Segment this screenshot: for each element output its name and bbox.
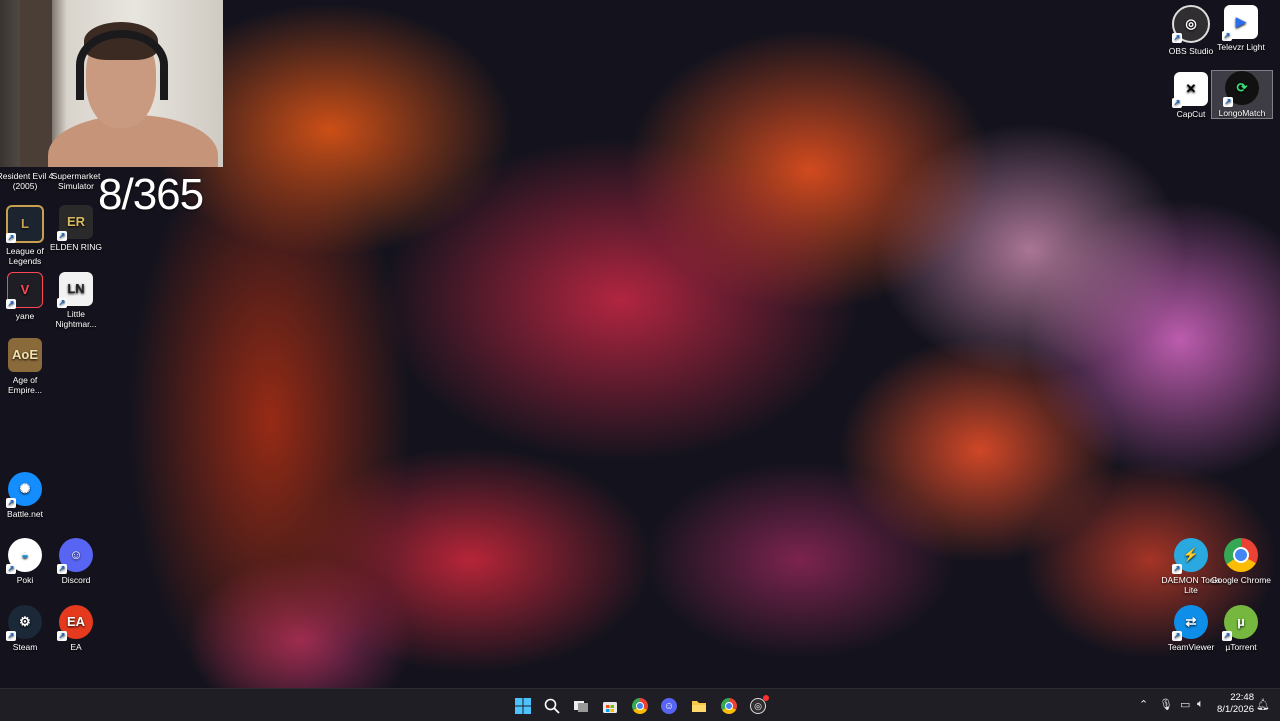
- icon-label: League of Legends: [6, 246, 44, 266]
- elden-ring-icon: ER ↗: [57, 205, 93, 241]
- network-button[interactable]: ▭: [1180, 698, 1190, 711]
- discord-icon: ☺ ↗: [57, 538, 93, 574]
- steam-icon: ⚙ ↗: [6, 605, 42, 641]
- task-view-button[interactable]: [570, 695, 592, 717]
- capcut-icon: ✕ ↗: [1172, 72, 1208, 108]
- icon-label: µTorrent: [1225, 642, 1257, 652]
- icon-label: Steam: [12, 642, 38, 652]
- webcam-background: [20, 0, 52, 167]
- battlenet-icon: ✺ ↗: [6, 472, 42, 508]
- desktop-icon-google-chrome[interactable]: Google Chrome: [1211, 538, 1271, 585]
- icon-label: Discord: [61, 575, 91, 585]
- little-nightmares-icon: LN ↗: [57, 272, 93, 308]
- icon-label: Little Nightmar...: [55, 309, 97, 329]
- network-icon: ▭: [1180, 699, 1191, 711]
- ea-icon: EA ↗: [57, 605, 93, 641]
- icon-label: Battle.net: [7, 509, 43, 519]
- volume-button[interactable]: 🔈︎: [1197, 698, 1204, 711]
- icon-label: Televzr Light: [1217, 42, 1265, 52]
- taskbar-chrome-profile-button[interactable]: [718, 695, 740, 717]
- teamviewer-icon: ⇄ ↗: [1172, 605, 1208, 641]
- microphone-icon: 🎙︎: [1159, 699, 1173, 711]
- day-counter-overlay: 8/365: [98, 170, 204, 219]
- microsoft-store-icon: [603, 702, 617, 713]
- chrome-icon: [1224, 538, 1258, 572]
- desktop-icon-age-of-empires[interactable]: AoE Age of Empire...: [0, 338, 55, 395]
- icon-label: OBS Studio: [1168, 46, 1214, 56]
- desktop-icon-supermarket-simulator[interactable]: Supermarket Simulator: [46, 150, 106, 191]
- notifications-button[interactable]: 🔔︎: [1256, 698, 1270, 711]
- speaker-icon: 🔈︎: [1197, 698, 1204, 710]
- chevron-up-icon: ⌃: [1139, 699, 1149, 711]
- clock-date: 8/1/2026: [1217, 704, 1254, 715]
- valorant-icon: V ↗: [6, 272, 43, 309]
- icon-label: Google Chrome: [1211, 575, 1272, 585]
- task-view-icon: [574, 701, 588, 712]
- headphones: [76, 30, 168, 100]
- resident-evil-icon: [8, 150, 42, 168]
- desktop-icon-televzr-light[interactable]: ▶ ↗ Televzr Light: [1211, 5, 1271, 52]
- search-button[interactable]: [541, 695, 563, 717]
- desktop-icon-discord[interactable]: ☺ ↗ Discord: [46, 538, 106, 585]
- icon-label: yane: [15, 311, 35, 321]
- start-button[interactable]: [512, 695, 534, 717]
- show-hidden-icons-button[interactable]: ⌃: [1139, 698, 1148, 711]
- desktop-icon-ea[interactable]: EA ↗ EA: [46, 605, 106, 652]
- chrome-icon: [721, 698, 737, 714]
- discord-icon: ☺: [661, 698, 677, 714]
- search-icon: [544, 698, 560, 714]
- icon-label: ELDEN RING: [50, 242, 102, 252]
- microsoft-store-button[interactable]: [599, 695, 621, 717]
- desktop-icon-utorrent[interactable]: µ ↗ µTorrent: [1211, 605, 1271, 652]
- taskbar-file-explorer-button[interactable]: [688, 695, 710, 717]
- taskbar-obs-button[interactable]: ◎: [747, 695, 769, 717]
- icon-label: LongoMatch: [1218, 108, 1266, 118]
- taskbar: ☺ ◎ ⌃ 🎙︎ ▭ 🔈︎ 22:48 8/1/2026 🔔︎: [0, 688, 1280, 721]
- poki-icon: ◒ ↗: [6, 538, 42, 574]
- taskbar-discord-button[interactable]: ☺: [658, 695, 680, 717]
- icon-label: Supermarket Simulator: [51, 171, 101, 191]
- recording-dot: [763, 695, 769, 701]
- desktop-icon-elden-ring[interactable]: ER ↗ ELDEN RING: [46, 205, 106, 252]
- microphone-button[interactable]: 🎙︎: [1159, 698, 1173, 711]
- daemon-tools-icon: ⚡ ↗: [1172, 538, 1208, 574]
- file-explorer-icon: [692, 701, 706, 712]
- longomatch-icon: ⟳ ↗: [1223, 71, 1259, 107]
- webcam-overlay: [0, 0, 223, 167]
- icon-label: Age of Empire...: [7, 375, 42, 395]
- desktop-icon-battlenet[interactable]: ✺ ↗ Battle.net: [0, 472, 55, 519]
- utorrent-icon: µ ↗: [1222, 605, 1258, 641]
- clock-time: 22:48: [1230, 692, 1254, 703]
- league-icon: L ↗: [6, 205, 44, 243]
- obs-icon: ◎ ↗: [1172, 5, 1210, 43]
- age-of-empires-icon: AoE: [8, 338, 42, 372]
- clock[interactable]: 22:48 8/1/2026: [1217, 692, 1254, 716]
- chrome-icon: [632, 698, 648, 714]
- icon-label: Poki: [16, 575, 34, 585]
- desktop-wallpaper: 8/365 Resident Evil 4 (2005) Supermarket…: [0, 0, 1280, 688]
- supermarket-icon: [59, 150, 93, 168]
- desktop-icon-longomatch[interactable]: ⟳ ↗ LongoMatch: [1211, 70, 1273, 119]
- bell-icon: 🔔︎: [1256, 699, 1270, 711]
- icon-label: CapCut: [1176, 109, 1206, 119]
- televzr-icon: ▶ ↗: [1222, 5, 1258, 41]
- icon-label: EA: [70, 642, 82, 652]
- desktop-icon-little-nightmares[interactable]: LN ↗ Little Nightmar...: [46, 272, 106, 329]
- taskbar-chrome-button[interactable]: [629, 695, 651, 717]
- icon-label: TeamViewer: [1167, 642, 1215, 652]
- start-icon: [515, 698, 531, 714]
